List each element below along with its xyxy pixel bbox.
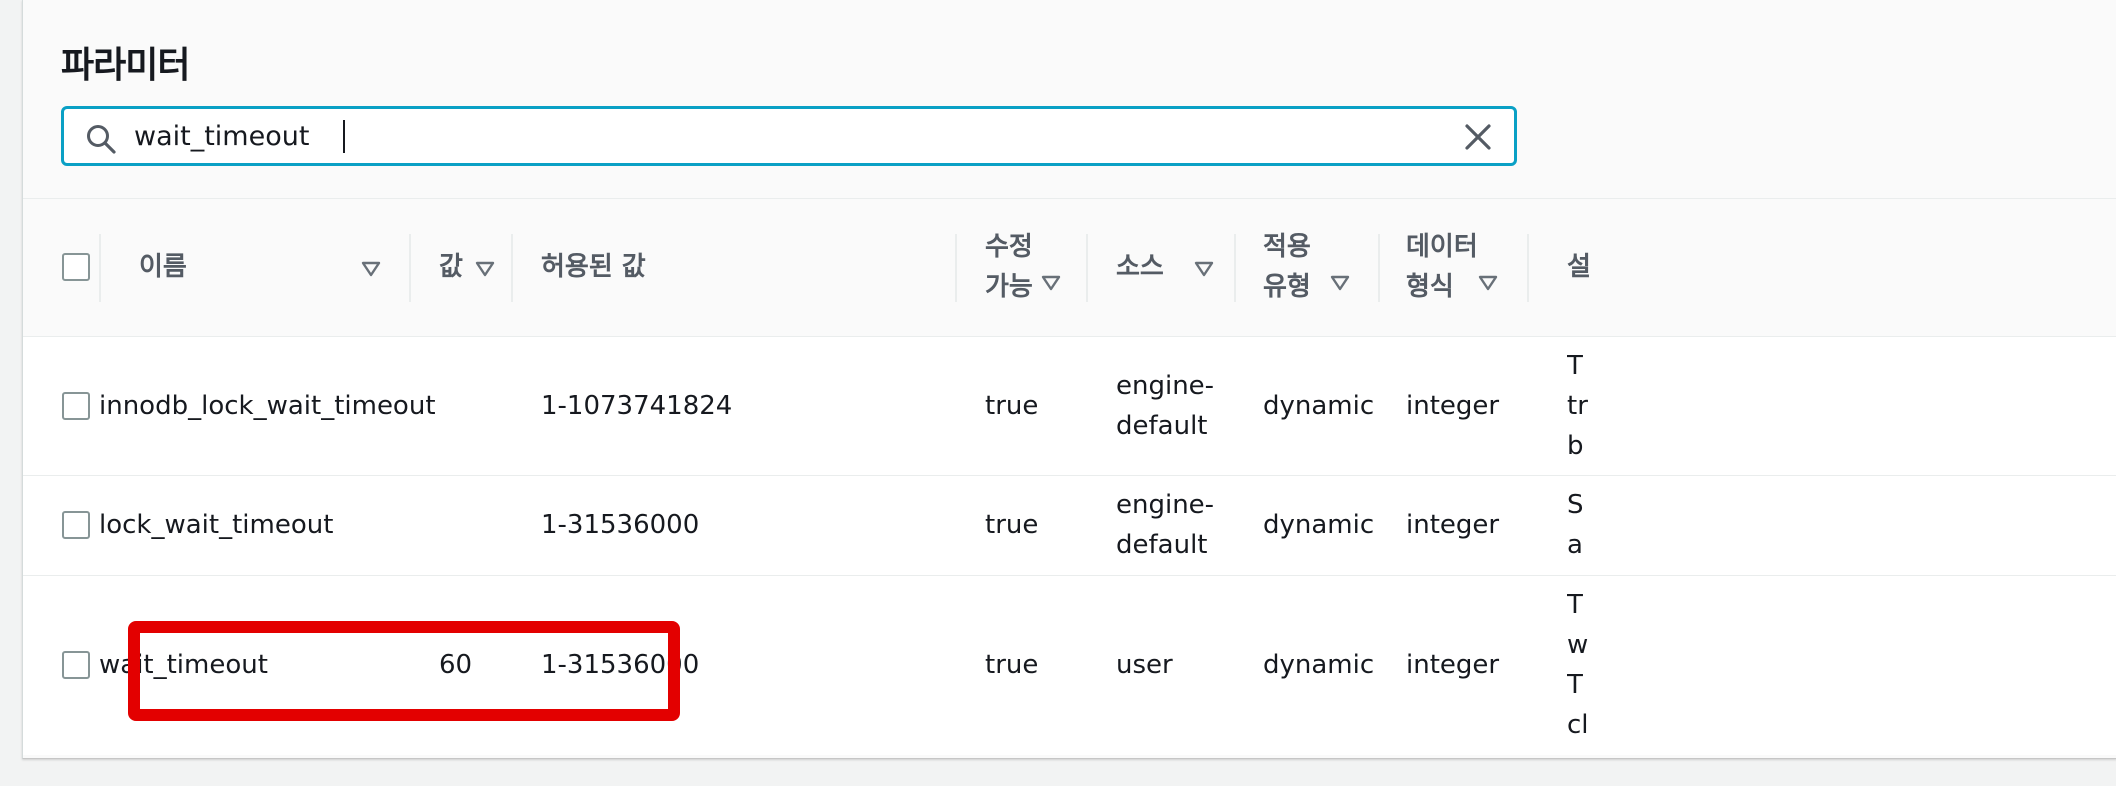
description-line2: a <box>1567 530 1583 560</box>
column-header-allowed-values: 허용된 값 <box>511 199 955 336</box>
search-input[interactable] <box>134 115 1434 157</box>
column-header-label: 설 <box>1567 252 1591 283</box>
column-header-data-type[interactable]: 데이터 형식 <box>1378 199 1527 336</box>
apply-type: dynamic <box>1263 390 1375 421</box>
modifiable: true <box>985 390 1039 421</box>
parameter-value[interactable]: 60 <box>409 575 511 755</box>
allowed-values: 1-31536000 <box>541 510 700 540</box>
description-line1: T <box>1567 590 1583 621</box>
sort-down-icon[interactable] <box>1330 275 1350 291</box>
column-header-label-line1: 데이터 <box>1406 232 1478 263</box>
row-select-cell <box>23 475 99 575</box>
table-header-row: 이름 값 허용된 값 수정 가능 소스 적용 유형 데이터 형식 설 <box>23 199 2116 336</box>
parameter-value[interactable] <box>409 475 511 575</box>
column-header-label: 소스 <box>1116 252 1164 283</box>
parameter-name: wait_timeout <box>99 650 268 681</box>
row-select-cell <box>23 575 99 755</box>
column-header-name[interactable]: 이름 <box>99 199 409 336</box>
sort-down-icon[interactable] <box>1041 275 1061 291</box>
column-header-label-line2: 가능 <box>985 272 1033 303</box>
column-header-label-line1: 수정 <box>985 232 1033 263</box>
column-header-label-line2: 형식 <box>1406 272 1454 303</box>
column-header-value[interactable]: 값 <box>409 199 511 336</box>
column-header-label: 값 <box>439 252 463 283</box>
data-type: integer <box>1406 650 1500 681</box>
description: S a <box>1527 475 2116 575</box>
description-line4: cl <box>1567 710 1589 741</box>
data-type: integer <box>1406 510 1500 540</box>
parameter-name: lock_wait_timeout <box>99 510 334 540</box>
search-icon <box>87 125 116 154</box>
source: engine- default <box>1086 336 1234 475</box>
apply-type: dynamic <box>1263 650 1375 681</box>
source-line2: default <box>1116 410 1208 441</box>
source: engine- default <box>1086 475 1234 575</box>
table-row[interactable]: wait_timeout 60 1-31536000 true user dyn… <box>23 575 2116 755</box>
allowed-values: 1-1073741824 <box>541 390 733 421</box>
parameter-name: innodb_lock_wait_timeout <box>99 390 436 421</box>
row-checkbox[interactable] <box>62 651 90 680</box>
description-line1: S <box>1567 490 1584 520</box>
panel-title: 파라미터 <box>61 45 190 86</box>
search-box[interactable] <box>61 106 1517 166</box>
column-header-label-line2: 유형 <box>1263 272 1311 303</box>
data-type: integer <box>1406 390 1500 421</box>
row-select-cell <box>23 336 99 475</box>
source-line1: user <box>1116 650 1173 681</box>
sort-down-icon[interactable] <box>361 261 381 277</box>
column-header-source[interactable]: 소스 <box>1086 199 1234 336</box>
source-line1: engine- <box>1116 370 1215 401</box>
source: user <box>1086 575 1234 755</box>
description: T w T cl <box>1527 575 2116 755</box>
description: T tr b <box>1527 336 2116 475</box>
source-line1: engine- <box>1116 490 1215 520</box>
row-checkbox[interactable] <box>62 511 90 539</box>
row-checkbox[interactable] <box>62 391 90 420</box>
column-header-label: 이름 <box>139 252 187 283</box>
column-header-description: 설 <box>1527 199 2116 336</box>
description-line3: b <box>1567 430 1584 461</box>
parameters-panel: 파라미터 wait_timeout 이름 값 허용된 값 수정 가능 소스 적용… <box>22 0 2116 759</box>
description-line2: w <box>1567 630 1589 661</box>
sort-down-icon[interactable] <box>475 261 495 277</box>
clear-icon[interactable] <box>1462 121 1494 153</box>
parameters-table: 이름 값 허용된 값 수정 가능 소스 적용 유형 데이터 형식 설 innod… <box>23 199 2116 755</box>
allowed-values: 1-31536000 <box>541 650 700 681</box>
sort-down-icon[interactable] <box>1194 261 1214 277</box>
sort-down-icon[interactable] <box>1478 275 1498 291</box>
description-line1: T <box>1567 350 1583 381</box>
modifiable: true <box>985 510 1039 540</box>
header-select-cell <box>23 199 99 336</box>
column-header-label-line1: 적용 <box>1263 232 1311 263</box>
table-row[interactable]: lock_wait_timeout 1-31536000 true engine… <box>23 475 2116 575</box>
apply-type: dynamic <box>1263 510 1375 540</box>
column-header-modifiable[interactable]: 수정 가능 <box>955 199 1086 336</box>
select-all-checkbox[interactable] <box>62 253 90 282</box>
column-header-label: 허용된 값 <box>541 252 646 283</box>
source-line2: default <box>1116 530 1208 560</box>
description-line3: T <box>1567 670 1583 701</box>
modifiable: true <box>985 650 1039 681</box>
table-row[interactable]: innodb_lock_wait_timeout 1-1073741824 tr… <box>23 336 2116 475</box>
description-line2: tr <box>1567 390 1588 421</box>
text-caret <box>343 120 345 153</box>
column-header-apply-type[interactable]: 적용 유형 <box>1234 199 1378 336</box>
